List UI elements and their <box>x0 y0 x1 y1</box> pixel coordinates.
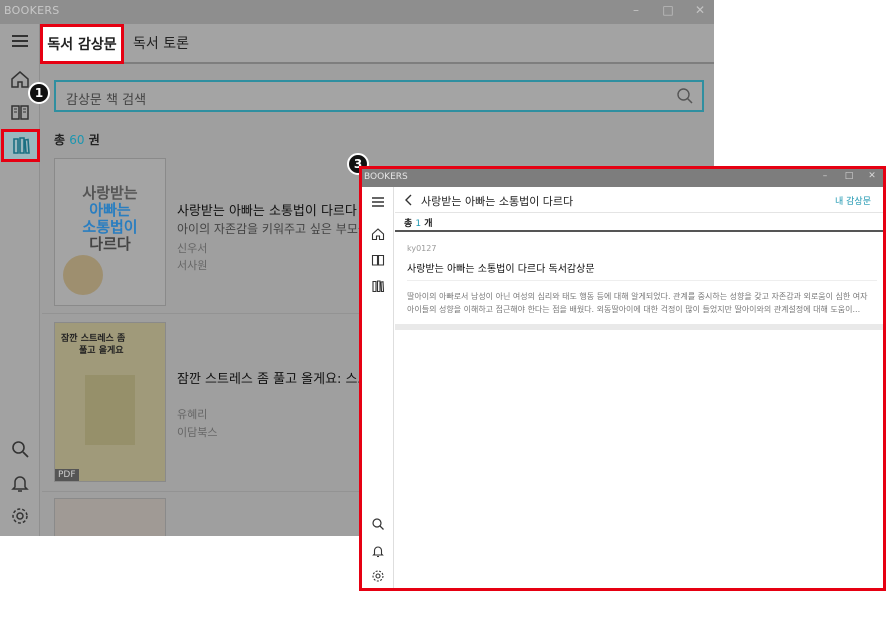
search-placeholder: 감상문 책 검색 <box>66 93 147 108</box>
search-icon[interactable] <box>371 517 385 531</box>
review-author: ky0127 <box>407 244 437 253</box>
gear-icon[interactable] <box>9 505 31 527</box>
bell-icon[interactable] <box>9 472 31 494</box>
header: 사랑받는 아빠는 소통법이 다르다 내 감상문 <box>395 187 883 213</box>
minimize-button[interactable]: – <box>817 171 833 181</box>
count-value: 60 <box>69 133 85 147</box>
maximize-button[interactable]: □ <box>658 3 678 17</box>
callout-marker-1: 1 <box>28 82 50 104</box>
book-title[interactable]: 잠깐 스트레스 좀 풀고 올게요: 스트레 <box>177 368 381 387</box>
tab-reading-discussion[interactable]: 독서 토론 <box>133 33 189 53</box>
home-icon[interactable] <box>371 227 385 241</box>
cover-illustration <box>85 375 135 445</box>
maximize-button[interactable]: □ <box>841 171 857 181</box>
book-publisher: 이담북스 <box>177 426 218 439</box>
tab-reading-reviews[interactable]: 독서 감상문 <box>40 24 124 64</box>
menu-icon[interactable] <box>371 195 385 209</box>
review-card[interactable]: ky0127 사랑받는 아빠는 소통법이 다르다 독서감상문 딸아이의 아빠로서… <box>395 232 883 324</box>
search-icon[interactable] <box>9 438 31 460</box>
close-button[interactable]: ✕ <box>690 3 710 17</box>
close-button[interactable]: ✕ <box>864 171 880 181</box>
my-reviews-link[interactable]: 내 감상문 <box>835 194 871 207</box>
book-author: 유혜리 <box>177 408 208 421</box>
cover-illustration <box>63 255 103 295</box>
count-value: 1 <box>415 219 422 229</box>
app-title: BOOKERS <box>4 4 60 17</box>
foreground-window: BOOKERS – □ ✕ 사랑받는 아빠는 소통법이 다르다 내 감상문 총 … <box>359 166 886 591</box>
sidebar <box>362 187 394 588</box>
total-count: 총 1 개 <box>404 219 433 229</box>
book-subtitle: 아이의 자존감을 키워주고 싶은 부모를 <box>177 222 369 236</box>
book-cover[interactable]: 사랑받는 아빠는 소통법이 다르다 <box>54 158 166 306</box>
review-title[interactable]: 사랑받는 아빠는 소통법이 다르다 독서감상문 <box>407 260 595 275</box>
divider <box>407 280 877 281</box>
book-cover[interactable] <box>54 498 166 536</box>
book-publisher: 서사원 <box>177 259 208 272</box>
card-separator <box>395 324 883 330</box>
back-icon[interactable] <box>403 193 415 207</box>
title-bar: BOOKERS – □ ✕ <box>362 169 883 187</box>
book-title[interactable]: 사랑받는 아빠는 소통법이 다르다 <box>177 200 357 219</box>
book-icon[interactable] <box>371 253 385 267</box>
sidebar-item-bookshelf-active[interactable] <box>1 129 40 162</box>
page-title: 사랑받는 아빠는 소통법이 다르다 <box>421 195 574 208</box>
book-author: 신우서 <box>177 242 208 255</box>
home-icon[interactable] <box>9 68 31 90</box>
title-bar: BOOKERS – □ ✕ <box>0 0 714 24</box>
search-icon[interactable] <box>676 87 694 105</box>
gear-icon[interactable] <box>371 569 385 583</box>
minimize-button[interactable]: – <box>626 3 646 17</box>
book-icon[interactable] <box>9 101 31 123</box>
menu-icon[interactable] <box>9 30 31 52</box>
book-cover[interactable]: 잠깐 스트레스 좀 풀고 올게요 PDF <box>54 322 166 482</box>
pdf-badge: PDF <box>55 469 79 481</box>
bell-icon[interactable] <box>371 544 385 558</box>
review-body: 딸아이의 아빠로서 남성이 아닌 여성의 심리와 태도 행동 등에 대해 알게되… <box>407 292 868 314</box>
app-title: BOOKERS <box>364 172 408 182</box>
bookshelf-icon <box>13 137 30 154</box>
bookshelf-icon[interactable] <box>371 279 385 293</box>
search-input[interactable]: 감상문 책 검색 <box>54 80 704 112</box>
total-count: 총 60 권 <box>54 133 100 147</box>
